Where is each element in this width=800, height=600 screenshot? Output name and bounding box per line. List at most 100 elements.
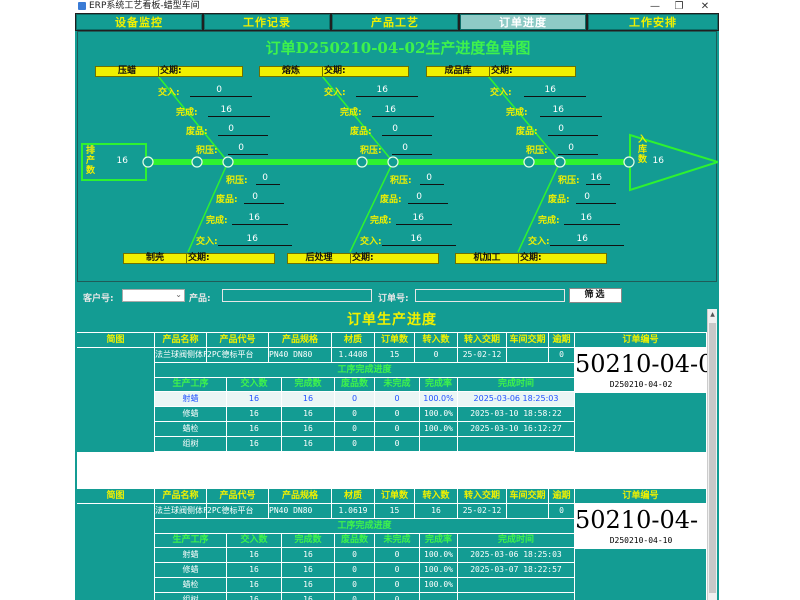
stat-label: 积压: bbox=[558, 176, 580, 186]
column-header: 转入交期 bbox=[458, 489, 507, 504]
step-cell: 100.0% bbox=[420, 422, 458, 437]
sub-column-header: 交入数 bbox=[227, 534, 282, 548]
stat-value: 16 bbox=[248, 213, 260, 223]
tab-work-record[interactable]: 工作记录 bbox=[204, 14, 330, 30]
order-input[interactable] bbox=[415, 289, 565, 302]
stat-label: 积压: bbox=[226, 176, 248, 186]
product-input[interactable] bbox=[222, 289, 372, 302]
table-cell bbox=[507, 504, 549, 519]
stat-label: 完成: bbox=[176, 108, 198, 118]
stat-value: 0 bbox=[584, 192, 590, 202]
step-cell: 16 bbox=[227, 563, 282, 578]
column-header: 产品规格 bbox=[269, 333, 332, 348]
step-cell bbox=[458, 593, 575, 600]
stat-value: 16 bbox=[552, 105, 564, 115]
step-cell: 2025-03-10 18:58:22 bbox=[458, 407, 575, 422]
stat-label: 交入: bbox=[360, 237, 382, 247]
step-cell: 16 bbox=[227, 392, 282, 407]
order-code-filler bbox=[575, 549, 707, 600]
step-cell: 16 bbox=[227, 593, 282, 600]
scroll-thumb[interactable] bbox=[709, 323, 716, 593]
stat-value: 0 bbox=[558, 124, 564, 134]
step-cell: 2025-03-07 18:22:57 bbox=[458, 563, 575, 578]
stat-value: 16 bbox=[544, 85, 556, 95]
stat-value: 0 bbox=[238, 143, 244, 153]
column-header: 订单编号 bbox=[575, 333, 707, 348]
tab-product-process[interactable]: 产品工艺 bbox=[332, 14, 458, 30]
sub-table-title: 工序完成进度 bbox=[155, 519, 575, 534]
column-header: 车间交期 bbox=[507, 489, 549, 504]
table-cell: 15 bbox=[375, 348, 415, 363]
stat-label: 交入: bbox=[528, 237, 550, 247]
sub-table-title: 工序完成进度 bbox=[155, 363, 575, 378]
column-header: 简图 bbox=[77, 333, 155, 348]
step-cell bbox=[420, 437, 458, 452]
step-cell: 0 bbox=[335, 437, 375, 452]
tab-work-schedule[interactable]: 工作安排 bbox=[588, 14, 718, 30]
sub-column-header: 完成时间 bbox=[458, 378, 575, 392]
step-cell: 100.0% bbox=[420, 548, 458, 563]
stat-value: 0 bbox=[392, 124, 398, 134]
sub-column-header: 生产工序 bbox=[155, 534, 227, 548]
stage-box-press-wax: 压蜡 交期: bbox=[95, 66, 243, 77]
table-cell: 15 bbox=[375, 504, 415, 519]
tab-equipment-monitor[interactable]: 设备监控 bbox=[76, 14, 202, 30]
step-cell: 0 bbox=[375, 548, 420, 563]
customer-select[interactable]: ⌄ bbox=[122, 289, 185, 302]
column-header: 材质 bbox=[332, 489, 375, 504]
stat-label: 完成: bbox=[370, 216, 392, 226]
maximize-button[interactable]: ❐ bbox=[667, 0, 691, 13]
fishbone-diagram: 订单D250210-04-02生产进度鱼骨图 排产数 16 入库数 16 压蜡 … bbox=[77, 31, 718, 282]
vertical-scrollbar[interactable]: ▲ bbox=[707, 309, 717, 600]
stat-value: 0 bbox=[426, 173, 432, 183]
sub-column-header: 完成数 bbox=[282, 534, 335, 548]
step-cell: 组树 bbox=[155, 437, 227, 452]
sub-column-header: 未完成 bbox=[375, 534, 420, 548]
stat-value: 0 bbox=[228, 124, 234, 134]
table-cell: 25-02-12 bbox=[458, 348, 507, 363]
sketch-cell bbox=[77, 348, 155, 453]
column-header: 产品规格 bbox=[269, 489, 332, 504]
stat-value: 16 bbox=[580, 213, 592, 223]
app-icon bbox=[78, 2, 86, 10]
step-cell: 16 bbox=[282, 422, 335, 437]
column-header: 订单编号 bbox=[575, 489, 707, 504]
stat-label: 完成: bbox=[538, 216, 560, 226]
filter-button[interactable]: 筛选 bbox=[569, 288, 622, 303]
stage-box-smelt: 熔炼 交期: bbox=[259, 66, 409, 77]
stat-label: 废品: bbox=[516, 127, 538, 137]
column-header: 逾期 bbox=[549, 489, 575, 504]
sub-column-header: 完成时间 bbox=[458, 534, 575, 548]
step-cell: 16 bbox=[227, 578, 282, 593]
sub-column-header: 废品数 bbox=[335, 378, 375, 392]
minimize-button[interactable]: — bbox=[643, 0, 667, 13]
stat-value: 0 bbox=[216, 85, 222, 95]
stat-label: 完成: bbox=[206, 216, 228, 226]
tab-bar: 设备监控 工作记录 产品工艺 订单进度 工作安排 bbox=[75, 13, 719, 31]
product-label: 产品: bbox=[189, 294, 211, 304]
order-code-filler bbox=[575, 393, 707, 453]
table-cell: PN40 DN80 bbox=[269, 504, 332, 519]
stat-value: 16 bbox=[410, 234, 422, 244]
step-cell: 16 bbox=[282, 563, 335, 578]
column-header: 逾期 bbox=[549, 333, 575, 348]
step-cell: 2025-03-06 18:25:03 bbox=[458, 548, 575, 563]
chevron-down-icon[interactable]: ⌄ bbox=[175, 290, 182, 299]
step-cell: 0 bbox=[375, 407, 420, 422]
column-header: 订单数 bbox=[375, 333, 415, 348]
step-cell: 100.0% bbox=[420, 563, 458, 578]
stage-box-post-process: 后处理 交期: bbox=[287, 253, 439, 264]
scroll-up-icon[interactable]: ▲ bbox=[708, 311, 717, 318]
close-button[interactable]: ✕ bbox=[693, 0, 717, 13]
tab-order-progress[interactable]: 订单进度 bbox=[460, 14, 586, 30]
step-cell: 0 bbox=[335, 407, 375, 422]
step-cell: 100.0% bbox=[420, 407, 458, 422]
customer-label: 客户号: bbox=[83, 294, 114, 304]
column-header: 转入数 bbox=[415, 333, 458, 348]
step-cell: 0 bbox=[375, 593, 420, 600]
column-header: 产品名称 bbox=[155, 489, 207, 504]
step-cell: 0 bbox=[375, 578, 420, 593]
sub-column-header: 完成数 bbox=[282, 378, 335, 392]
table-cell: 0 bbox=[549, 504, 575, 519]
column-header: 产品代号 bbox=[207, 333, 269, 348]
